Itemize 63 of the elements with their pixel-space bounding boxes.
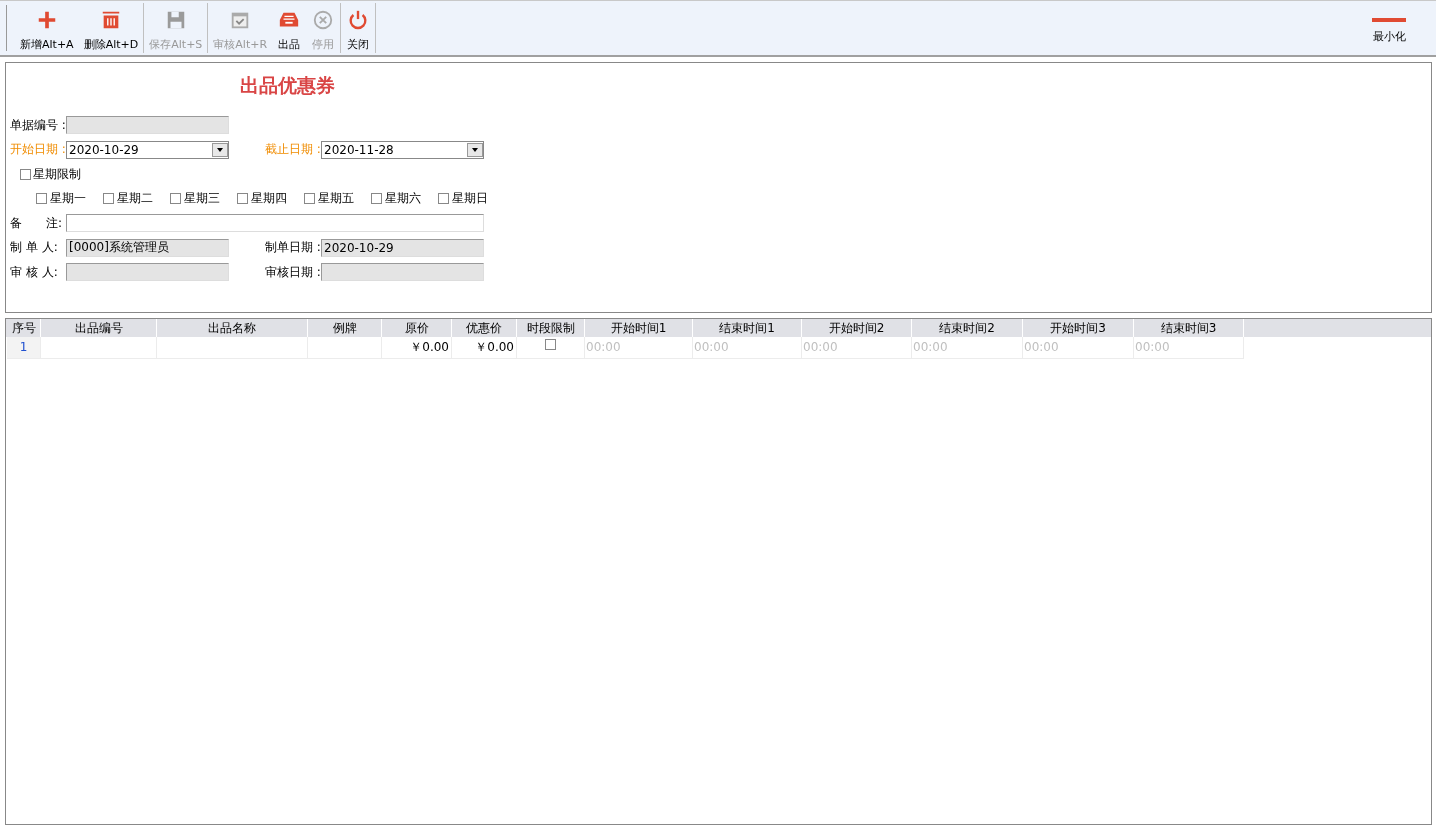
column-header[interactable]: 优惠价 (452, 319, 517, 337)
field-label: 截止日期 : (265, 141, 321, 158)
input-field[interactable]: 2020-10-29 (321, 238, 484, 257)
dropdown-icon[interactable] (212, 142, 228, 157)
column-header[interactable]: 开始时间1 (585, 319, 693, 337)
table-cell: 00:00 (912, 337, 1023, 359)
dropdown-icon[interactable] (467, 142, 483, 157)
field-label: 制单日期 : (265, 239, 321, 256)
checkbox-label: 星期六 (385, 190, 421, 207)
column-header[interactable]: 出品编号 (41, 319, 157, 337)
column-header[interactable]: 开始时间3 (1023, 319, 1134, 337)
input-field[interactable]: [0000]系统管理员 (66, 238, 229, 257)
form-title: 出品优惠券 (240, 73, 336, 97)
toolbar-button[interactable]: 关闭 (341, 1, 376, 55)
row-number: 1 (7, 337, 41, 359)
checkbox-label: 星期四 (251, 190, 287, 207)
field-label: 开始日期 : (10, 141, 66, 158)
input-field[interactable] (66, 263, 229, 281)
checkbox[interactable] (371, 193, 382, 204)
checkbox-label: 星期限制 (33, 165, 81, 183)
table-cell: 00:00 (693, 337, 802, 359)
table-cell: 00:00 (585, 337, 693, 359)
checkbox[interactable] (545, 339, 556, 350)
field-label: 审 核 人: (10, 263, 59, 281)
column-header[interactable]: 时段限制 (517, 319, 585, 337)
toolbar-button[interactable]: 新增Alt+A (15, 1, 79, 55)
input-field[interactable] (66, 214, 484, 232)
column-header[interactable]: 开始时间2 (802, 319, 912, 337)
date-field[interactable]: 2020-11-28 (321, 140, 484, 159)
minimize-icon (1372, 16, 1406, 23)
table-cell: 00:00 (802, 337, 912, 359)
checkbox[interactable] (20, 168, 31, 180)
checkbox-label: 星期五 (318, 190, 354, 207)
toolbar-button[interactable]: 出品 (272, 1, 307, 55)
table-cell: 00:00 (1023, 337, 1134, 359)
checkbox[interactable] (304, 193, 315, 204)
checkbox-label: 星期一 (50, 190, 86, 207)
minimize-button[interactable]: 最小化 (1342, 1, 1436, 55)
column-header[interactable]: 出品名称 (157, 319, 308, 337)
column-header[interactable]: 结束时间3 (1134, 319, 1244, 337)
date-field[interactable]: 2020-10-29 (66, 140, 229, 159)
checkbox-label: 星期三 (184, 190, 220, 207)
checkbox[interactable] (36, 193, 47, 204)
table-cell: ￥0.00 (382, 337, 452, 359)
checkbox[interactable] (438, 193, 449, 204)
checkbox[interactable] (170, 193, 181, 204)
column-header[interactable]: 原价 (382, 319, 452, 337)
table-cell: 00:00 (1134, 337, 1244, 359)
checkbox[interactable] (237, 193, 248, 204)
input-field[interactable] (66, 116, 229, 134)
column-header[interactable]: 结束时间2 (912, 319, 1023, 337)
field-label: 制 单 人: (10, 239, 59, 256)
input-field[interactable] (321, 263, 484, 281)
checkbox-label: 星期日 (452, 190, 488, 207)
checkbox-label: 星期二 (117, 190, 153, 207)
field-label: 单据编号 : (10, 116, 66, 134)
column-header[interactable]: 结束时间1 (693, 319, 802, 337)
field-label: 备 注: (10, 214, 64, 232)
column-header[interactable]: 例牌 (308, 319, 382, 337)
table-cell: ￥0.00 (452, 337, 517, 359)
checkbox[interactable] (103, 193, 114, 204)
toolbar-button[interactable]: 删除Alt+D (78, 1, 144, 55)
field-label: 审核日期 : (265, 263, 321, 281)
